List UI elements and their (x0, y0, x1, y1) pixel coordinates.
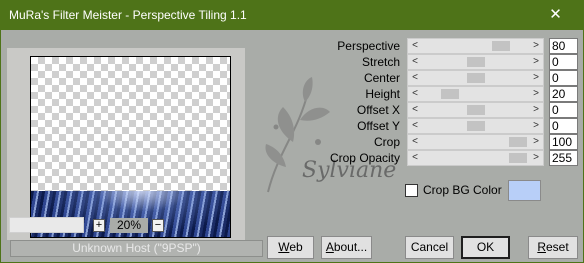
close-button[interactable]: ✕ (527, 0, 584, 30)
crop-opacity-slider-thumb[interactable] (509, 153, 527, 163)
crop-opacity-label: Crop Opacity (329, 151, 400, 165)
offset-y-slider-thumb[interactable] (467, 121, 485, 131)
slider-right-arrow-icon[interactable]: > (529, 55, 543, 69)
slider-right-arrow-icon[interactable]: > (529, 71, 543, 85)
checkbox-box[interactable] (405, 184, 418, 197)
zoom-spacer (9, 217, 84, 233)
reset-button-mnemonic: R (537, 240, 546, 254)
perspective-value-field[interactable]: 80 (549, 38, 578, 54)
zoom-out-button[interactable]: − (152, 219, 164, 232)
slider-left-arrow-icon[interactable]: < (408, 135, 422, 149)
crop-opacity-slider[interactable]: < > (407, 150, 544, 166)
crop-bg-color-swatch[interactable] (508, 180, 541, 201)
stretch-slider[interactable]: < > (407, 54, 544, 70)
center-value-field[interactable]: 0 (549, 70, 578, 86)
preview-panel (7, 48, 245, 240)
offset-y-value-field[interactable]: 0 (549, 118, 578, 134)
about-button-mnemonic: A (325, 240, 334, 254)
slider-left-arrow-icon[interactable]: < (408, 71, 422, 85)
host-status: Unknown Host ("9PSP") (10, 240, 263, 257)
height-slider-thumb[interactable] (441, 89, 459, 99)
slider-left-arrow-icon[interactable]: < (408, 151, 422, 165)
slider-right-arrow-icon[interactable]: > (529, 151, 543, 165)
slider-right-arrow-icon[interactable]: > (529, 39, 543, 53)
offset-y-label: Offset Y (357, 119, 400, 133)
slider-left-arrow-icon[interactable]: < (408, 103, 422, 117)
slider-right-arrow-icon[interactable]: > (529, 135, 543, 149)
reset-button-label: eset (545, 240, 569, 254)
web-button-mnemonic: W (278, 240, 290, 254)
crop-opacity-value-field[interactable]: 255 (549, 150, 578, 166)
crop-slider-thumb[interactable] (509, 137, 527, 147)
cancel-button[interactable]: Cancel (405, 236, 454, 259)
center-label: Center (363, 71, 400, 85)
title-bar: MuRa's Filter Meister - Perspective Tili… (0, 0, 584, 30)
perspective-slider[interactable]: < > (407, 38, 544, 54)
height-label: Height (365, 87, 400, 101)
about-button[interactable]: About... (321, 236, 372, 259)
center-slider-thumb[interactable] (467, 73, 485, 83)
crop-slider[interactable]: < > (407, 134, 544, 150)
web-button-label: eb (289, 240, 303, 254)
slider-left-arrow-icon[interactable]: < (408, 119, 422, 133)
window-title: MuRa's Filter Meister - Perspective Tili… (9, 8, 247, 22)
crop-bg-color-label: Crop BG Color (423, 183, 502, 197)
perspective-slider-thumb[interactable] (492, 41, 510, 51)
slider-left-arrow-icon[interactable]: < (408, 87, 422, 101)
transparency-checkerboard (31, 57, 230, 191)
zoom-in-button[interactable]: + (93, 219, 105, 232)
slider-right-arrow-icon[interactable]: > (529, 87, 543, 101)
crop-value-field[interactable]: 100 (549, 134, 578, 150)
height-slider[interactable]: < > (407, 86, 544, 102)
center-slider[interactable]: < > (407, 70, 544, 86)
reset-button[interactable]: Reset (528, 236, 578, 259)
perspective-label: Perspective (337, 39, 400, 53)
slider-right-arrow-icon[interactable]: > (529, 103, 543, 117)
slider-left-arrow-icon[interactable]: < (408, 55, 422, 69)
slider-right-arrow-icon[interactable]: > (529, 119, 543, 133)
stretch-slider-thumb[interactable] (467, 57, 485, 67)
stretch-value-field[interactable]: 0 (549, 54, 578, 70)
height-value-field[interactable]: 20 (549, 86, 578, 102)
offset-x-label: Offset X (356, 103, 400, 117)
offset-x-value-field[interactable]: 0 (549, 102, 578, 118)
offset-x-slider-thumb[interactable] (467, 105, 485, 115)
ok-button[interactable]: OK (461, 236, 510, 259)
zoom-level: 20% (110, 218, 148, 233)
preview-canvas[interactable] (30, 56, 231, 238)
stretch-label: Stretch (361, 55, 400, 69)
offset-y-slider[interactable]: < > (407, 118, 544, 134)
web-button[interactable]: Web (267, 236, 314, 259)
about-button-label: bout... (333, 240, 368, 254)
offset-x-slider[interactable]: < > (407, 102, 544, 118)
slider-left-arrow-icon[interactable]: < (408, 39, 422, 53)
crop-label: Crop (373, 135, 400, 149)
